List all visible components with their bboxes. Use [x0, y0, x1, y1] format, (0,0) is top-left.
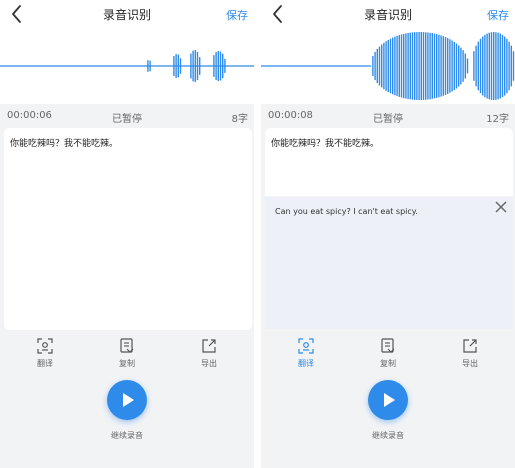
- save-button[interactable]: 保存: [226, 7, 248, 23]
- play-icon: [384, 393, 395, 407]
- copy-label: 复制: [119, 359, 135, 368]
- transcript-box[interactable]: 你能吃辣吗？我不能吃辣。: [4, 128, 252, 330]
- recording-status: 已暂停: [112, 114, 142, 125]
- status-bar: 00:00:08 已暂停 12字: [261, 104, 515, 126]
- play-button[interactable]: [368, 380, 408, 420]
- left-screen: 录音识别 保存 00:00:06 已暂停 8字 你能吃辣吗？我不能吃辣。 翻译 …: [0, 0, 254, 468]
- page-title: 录音识别: [102, 8, 151, 22]
- waveform: [261, 28, 515, 104]
- header: 录音识别 保存: [0, 0, 254, 28]
- recording-status: 已暂停: [373, 114, 403, 125]
- close-icon[interactable]: [495, 201, 507, 213]
- right-screen: 录音识别 保存 00:00:08 已暂停 12字 你能吃辣吗？我不能吃辣。 Ca…: [261, 0, 515, 468]
- export-button[interactable]: 导出: [184, 337, 234, 373]
- export-icon: [463, 339, 477, 353]
- translation-text: Can you eat spicy? I can't eat spicy.: [275, 207, 418, 216]
- transcript-box[interactable]: 你能吃辣吗？我不能吃辣。: [265, 128, 513, 196]
- copy-icon: [120, 338, 134, 353]
- translate-label: 翻译: [298, 359, 314, 368]
- translation-box: Can you eat spicy? I can't eat spicy.: [265, 197, 513, 329]
- translate-button[interactable]: 翻译: [281, 337, 331, 373]
- copy-button[interactable]: 复制: [102, 337, 152, 373]
- continue-recording-label: 继续录音: [111, 431, 143, 440]
- play-icon: [123, 393, 134, 407]
- header: 录音识别 保存: [261, 0, 515, 28]
- continue-recording-label: 继续录音: [372, 431, 404, 440]
- char-count: 8字: [231, 114, 248, 125]
- copy-label: 复制: [380, 359, 396, 368]
- export-button[interactable]: 导出: [445, 337, 495, 373]
- transcript-text: 你能吃辣吗？我不能吃辣。: [271, 139, 380, 149]
- translate-icon: [37, 338, 53, 354]
- page-title: 录音识别: [363, 8, 412, 22]
- play-button[interactable]: [107, 380, 147, 420]
- transcript-text: 你能吃辣吗？我不能吃辣。: [10, 139, 119, 149]
- translate-label: 翻译: [37, 359, 53, 368]
- translate-button[interactable]: 翻译: [20, 337, 70, 373]
- export-label: 导出: [201, 359, 217, 368]
- status-bar: 00:00:06 已暂停 8字: [0, 104, 254, 126]
- export-label: 导出: [462, 359, 478, 368]
- translate-icon: [298, 338, 314, 354]
- copy-icon: [381, 338, 395, 353]
- waveform: [0, 28, 254, 104]
- copy-button[interactable]: 复制: [363, 337, 413, 373]
- screen-divider: [254, 0, 261, 468]
- export-icon: [202, 339, 216, 353]
- save-button[interactable]: 保存: [487, 7, 509, 23]
- char-count: 12字: [486, 114, 509, 125]
